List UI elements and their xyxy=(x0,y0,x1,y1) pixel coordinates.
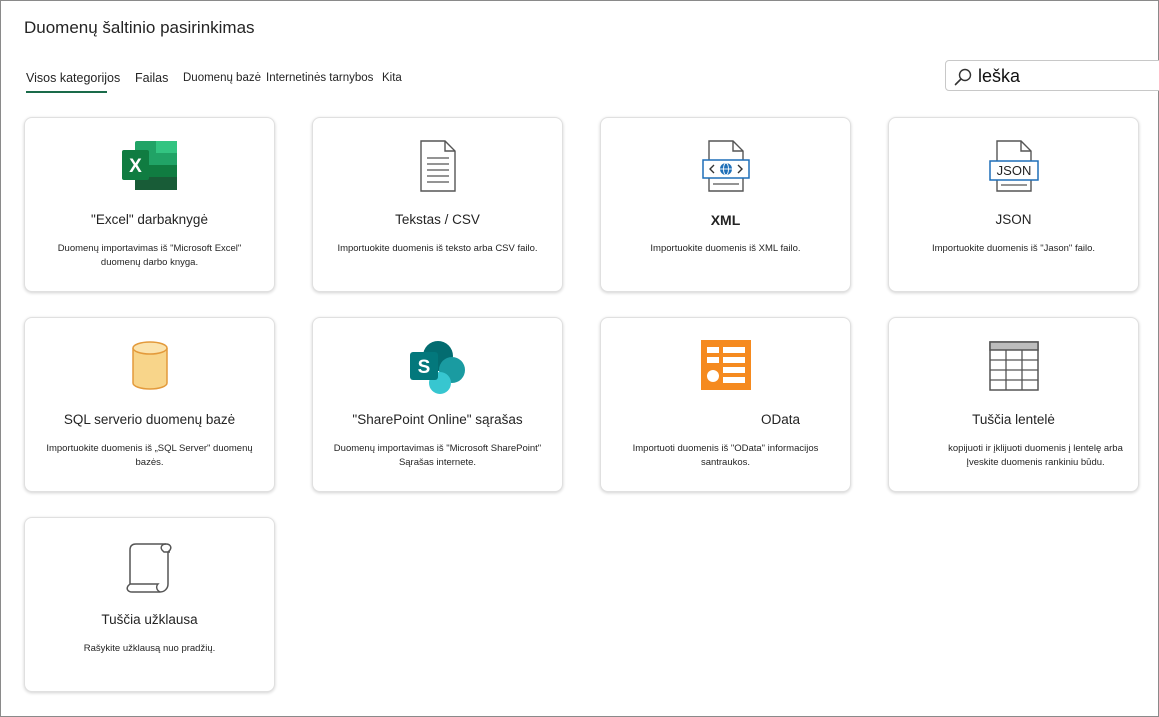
card-excel-workbook[interactable]: X "Excel" darbaknygė Duomenų importavima… xyxy=(24,117,275,292)
card-title: XML xyxy=(710,212,741,228)
text-file-icon xyxy=(419,140,456,192)
card-title: JSON xyxy=(995,212,1032,227)
card-description: Importuokite duomenis iš "Jason" failo. xyxy=(931,243,1096,254)
card-description: Importuokite duomenis iš teksto arba CSV… xyxy=(337,243,538,254)
selected-tab-indicator xyxy=(26,91,107,93)
odata-icon xyxy=(701,340,751,390)
blank-table-icon xyxy=(988,341,1039,391)
card-title: "SharePoint Online" sąrašas xyxy=(352,412,523,427)
tab-online-services[interactable]: Internetinės tarnybos xyxy=(266,72,373,84)
card-description: kopijuoti ir įklijuoti duomenis į lentel… xyxy=(948,443,1123,468)
card-description: Rašykite užklausą nuo pradžių. xyxy=(83,643,216,654)
card-description: Duomenų importavimas iš "Microsoft Excel… xyxy=(57,243,242,268)
data-source-dialog: Duomenų šaltinio pasirinkimas Visos kate… xyxy=(0,0,1159,717)
card-description: Importuokite duomenis iš XML failo. xyxy=(650,243,801,254)
card-title: "Excel" darbaknygė xyxy=(91,212,208,227)
card-blank-table[interactable]: Tuščia lentelė kopijuoti ir įklijuoti du… xyxy=(888,317,1139,492)
search-icon xyxy=(954,68,972,86)
sharepoint-icon-letter: S xyxy=(417,357,430,378)
card-description: Importuoti duomenis iš "OData" informaci… xyxy=(632,443,819,468)
json-file-icon: JSON xyxy=(988,140,1039,192)
tab-file[interactable]: Failas xyxy=(135,71,168,85)
card-xml[interactable]: XML Importuokite duomenis iš XML failo. xyxy=(600,117,851,292)
card-blank-query[interactable]: Tuščia užklausa Rašykite užklausą nuo pr… xyxy=(24,517,275,692)
tab-all-categories[interactable]: Visos kategorijos xyxy=(26,71,120,85)
card-text-csv[interactable]: Tekstas / CSV Importuokite duomenis iš t… xyxy=(312,117,563,292)
card-title: Tekstas / CSV xyxy=(395,212,480,227)
sharepoint-icon: S xyxy=(409,341,465,394)
card-title: SQL serverio duomenų bazė xyxy=(63,412,236,427)
search-input[interactable]: leška xyxy=(978,66,1020,87)
database-icon xyxy=(131,341,168,390)
dialog-title: Duomenų šaltinio pasirinkimas xyxy=(24,18,255,37)
tab-database[interactable]: Duomenų bazė xyxy=(183,72,261,84)
excel-icon: X xyxy=(121,141,177,190)
card-title: Tuščia lentelė xyxy=(972,412,1055,427)
card-description: Importuokite duomenis iš „SQL Server" du… xyxy=(46,443,253,468)
card-sql-server[interactable]: SQL serverio duomenų bazė Importuokite d… xyxy=(24,317,275,492)
card-json[interactable]: JSON JSON Importuokite duomenis iš "Jaso… xyxy=(888,117,1139,292)
card-odata[interactable]: OData Importuoti duomenis iš "OData" inf… xyxy=(600,317,851,492)
tab-other[interactable]: Kita xyxy=(382,72,402,84)
json-icon-label: JSON xyxy=(996,163,1031,178)
blank-query-icon xyxy=(125,543,172,593)
card-sharepoint-list[interactable]: S "SharePoint Online" sąrašas Duomenų im… xyxy=(312,317,563,492)
xml-file-icon xyxy=(701,140,750,192)
svg-text:X: X xyxy=(129,156,142,177)
search-box[interactable]: leška xyxy=(945,60,1159,91)
card-title: OData xyxy=(760,412,801,427)
card-description: Duomenų importavimas iš "Microsoft Share… xyxy=(333,443,542,468)
card-title: Tuščia užklausa xyxy=(101,612,198,627)
